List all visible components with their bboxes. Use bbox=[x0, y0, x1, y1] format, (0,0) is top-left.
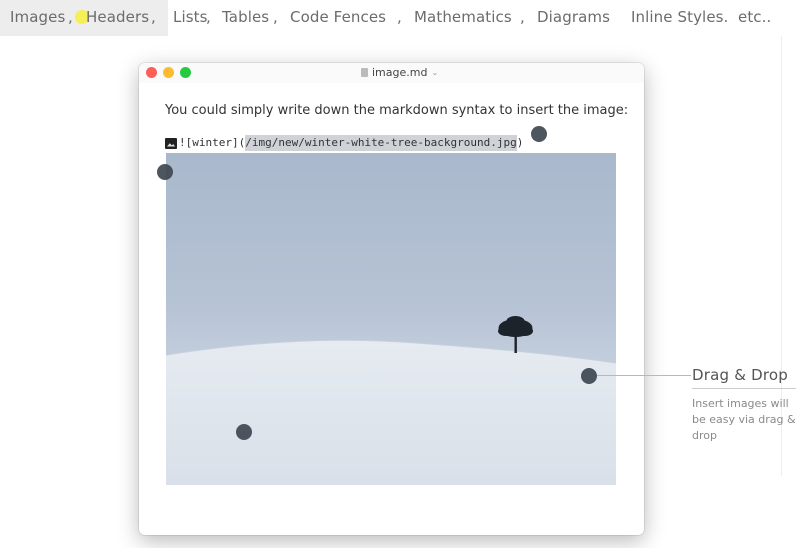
markdown-prefix: ![winter]( bbox=[179, 136, 246, 149]
minimize-window-button[interactable] bbox=[163, 67, 174, 78]
nav-item-mathematics[interactable]: Mathematics bbox=[410, 0, 516, 36]
window-title-text: image.md bbox=[372, 66, 428, 79]
nav-item-images[interactable]: Images bbox=[6, 0, 69, 36]
window-title[interactable]: image.md ⌄ bbox=[361, 66, 438, 79]
nav-separator: , bbox=[206, 8, 211, 26]
body-paragraph[interactable]: You could simply write down the markdown… bbox=[165, 103, 628, 118]
nav-separator: , bbox=[68, 8, 73, 26]
chevron-down-icon: ⌄ bbox=[431, 68, 439, 77]
nav-item-etc[interactable]: etc.. bbox=[734, 0, 775, 36]
nav-separator: , bbox=[151, 8, 156, 26]
nav-separator: , bbox=[520, 8, 525, 26]
markdown-image-path[interactable]: /img/new/winter-white-tree-background.jp… bbox=[245, 135, 517, 151]
nav-item-tables[interactable]: Tables bbox=[218, 0, 273, 36]
annotation-divider bbox=[692, 388, 796, 389]
window-titlebar: image.md ⌄ bbox=[139, 63, 644, 83]
image-icon bbox=[165, 137, 177, 149]
editor-window: image.md ⌄ You could simply write down t… bbox=[139, 63, 644, 535]
markdown-image-syntax[interactable]: ![winter]( /img/new/winter-white-tree-ba… bbox=[165, 135, 523, 151]
annotation-description: Insert images will be easy via drag & dr… bbox=[692, 397, 796, 442]
cursor-dot bbox=[581, 368, 597, 384]
markdown-suffix: ) bbox=[516, 136, 524, 149]
nav-separator: , bbox=[273, 8, 278, 26]
annotation-leader-line bbox=[597, 375, 691, 376]
close-window-button[interactable] bbox=[146, 67, 157, 78]
feature-nav: Images , Headers , Lists , Tables , Code… bbox=[0, 0, 796, 36]
nav-item-diagrams[interactable]: Diagrams bbox=[533, 0, 614, 36]
winter-tree-image[interactable] bbox=[166, 153, 616, 485]
document-icon bbox=[361, 68, 368, 77]
image-snow-hill bbox=[166, 339, 616, 485]
nav-item-code-fences[interactable]: Code Fences bbox=[286, 0, 390, 36]
zoom-window-button[interactable] bbox=[180, 67, 191, 78]
cursor-dot bbox=[157, 164, 173, 180]
cursor-dot bbox=[236, 424, 252, 440]
nav-item-headers[interactable]: Headers bbox=[82, 0, 153, 36]
cursor-dot bbox=[531, 126, 547, 142]
annotation-title: Drag & Drop bbox=[692, 366, 788, 384]
nav-separator: , bbox=[397, 8, 402, 26]
tree-silhouette bbox=[498, 316, 533, 353]
nav-item-inline-styles[interactable]: Inline Styles. bbox=[627, 0, 732, 36]
